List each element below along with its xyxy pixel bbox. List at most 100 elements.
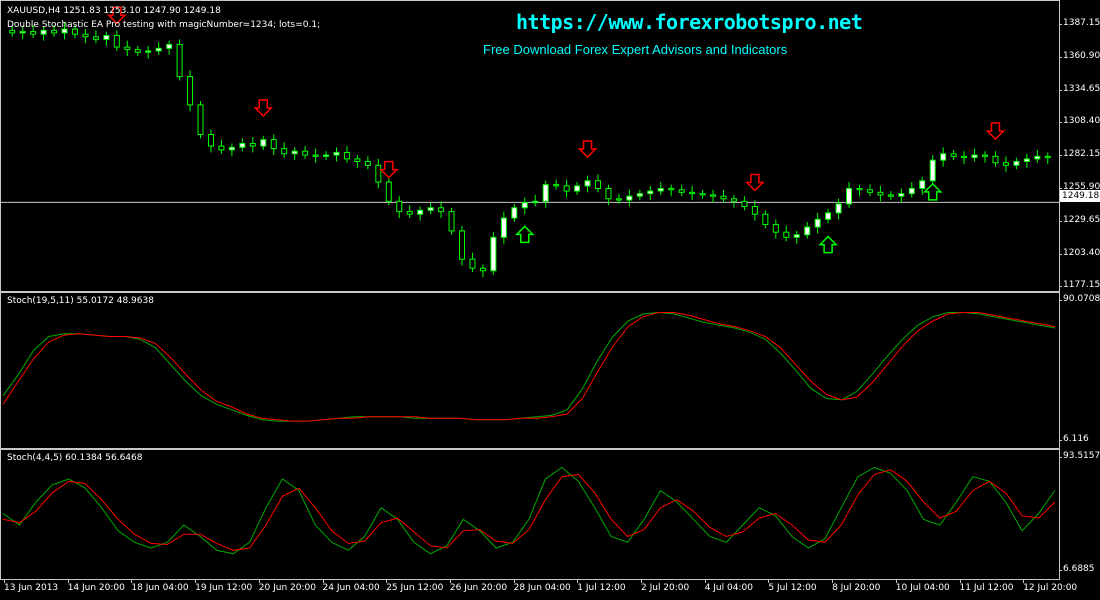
candle-body <box>919 180 926 189</box>
candle-body <box>636 193 643 197</box>
stoch2-pane[interactable]: Stoch(4,4,5) 60.1384 56.6468 <box>0 449 1060 580</box>
candle-body <box>710 194 717 197</box>
stoch1-max: 90.0708 <box>1058 294 1100 304</box>
candle-body <box>563 185 570 192</box>
candle-body <box>521 202 528 209</box>
candle-body <box>469 258 476 269</box>
stoch1-label: Stoch(19,5,11) 55.0172 48.9638 <box>7 296 154 306</box>
up-arrow-icon <box>818 235 838 254</box>
candle-body <box>459 230 466 260</box>
candle-body <box>51 29 58 34</box>
candle-body <box>40 29 47 35</box>
candle-body <box>1044 155 1051 159</box>
sell-arrow-shape <box>253 99 274 117</box>
candle-body <box>699 193 706 196</box>
time-tick: 11 Jul 12:00 <box>959 580 1014 593</box>
stoch-main-line <box>2 311 1056 422</box>
down-arrow-icon <box>985 122 1006 141</box>
price-tick: 1177.15 <box>1058 280 1100 291</box>
down-arrow-icon <box>253 99 274 117</box>
stoch2-canvas <box>2 466 1056 555</box>
price-tick: 1203.40 <box>1058 247 1100 258</box>
candle-body <box>448 211 455 232</box>
candle-body <box>30 31 37 35</box>
buy-arrow-shape <box>922 182 943 201</box>
time-tick: 1 Jul 12:00 <box>577 580 626 593</box>
candle-body <box>772 223 779 233</box>
candle-body <box>354 158 361 162</box>
candle-body <box>762 213 769 225</box>
price-axis: 1387.15 1360.90 1334.65 1308.40 1282.15 1255.… <box>1058 0 1100 292</box>
stoch2-label: Stoch(4,4,5) 60.1384 56.6468 <box>7 453 143 463</box>
candle-body <box>751 205 758 215</box>
candle-body <box>218 145 225 151</box>
candle-body <box>626 195 633 201</box>
candle-body <box>134 49 141 53</box>
stoch1-pane[interactable]: Stoch(19,5,11) 55.0172 48.9638 <box>0 292 1060 449</box>
time-tick: 14 Jun 20:00 <box>67 580 125 593</box>
price-tick: 1387.15 <box>1058 18 1100 28</box>
candle-body <box>187 76 194 106</box>
candle-body <box>155 47 162 52</box>
candle-body <box>992 155 999 164</box>
stoch2-axis: 93.5157 6.6885 <box>1058 449 1100 580</box>
time-tick: 8 Jul 20:00 <box>832 580 881 593</box>
price-chart-pane[interactable]: XAUUSD,H4 1251.83 1253.10 1247.90 1249.1… <box>0 0 1060 292</box>
candle-body <box>971 154 978 159</box>
time-tick: 28 Jun 04:00 <box>513 580 571 593</box>
candle-body <box>720 195 727 200</box>
candle-body <box>730 198 737 202</box>
buy-arrow-shape <box>818 235 838 254</box>
candle-body <box>929 159 936 182</box>
candle-body <box>940 153 947 161</box>
current-price-label: 1249.18 <box>1060 190 1100 202</box>
ea-comment: Double Stochastic EA Pro testing with ma… <box>7 20 321 30</box>
candle-body <box>846 187 853 205</box>
time-tick: 10 Jul 04:00 <box>895 580 950 593</box>
candle-body <box>333 151 340 156</box>
stoch1-min: 6.116 <box>1059 434 1089 444</box>
candle-body <box>961 155 968 159</box>
sell-arrow-shape <box>577 140 598 159</box>
price-tick: 1282.15 <box>1058 149 1100 160</box>
candle-body <box>124 46 131 51</box>
time-tick: 5 Jul 12:00 <box>768 580 817 593</box>
stoch1-canvas <box>2 311 1056 422</box>
candle-body <box>113 34 120 48</box>
time-tick: 19 Jun 12:00 <box>195 580 253 593</box>
candle-body <box>312 154 319 157</box>
candle-body <box>741 200 748 207</box>
candle-body <box>479 267 486 272</box>
candle-body <box>438 207 445 213</box>
buy-arrow-shape <box>514 225 535 244</box>
candle-body <box>532 200 539 204</box>
price-tick: 1360.90 <box>1058 50 1100 61</box>
time-tick: 25 Jun 12:00 <box>386 580 444 593</box>
candle-body <box>375 164 382 183</box>
candle-body <box>176 43 183 78</box>
candle-body <box>270 139 277 150</box>
candle-body <box>364 160 371 166</box>
sell-arrow-shape <box>378 160 399 179</box>
candle-body <box>417 209 424 215</box>
stoch-signal-line <box>2 312 1056 422</box>
candle-body <box>343 151 350 160</box>
candle-body <box>584 180 591 187</box>
price-tick: 1229.65 <box>1058 214 1100 225</box>
candle-body <box>260 139 267 147</box>
down-arrow-icon <box>378 160 399 179</box>
candle-body <box>9 29 16 34</box>
stoch-main-line <box>2 466 1056 555</box>
candle-body <box>406 211 413 215</box>
watermark-url: https://www.forexrobotspro.net <box>516 10 863 34</box>
candle-body <box>814 218 821 228</box>
candle-body <box>887 194 894 197</box>
candle-body <box>553 184 560 187</box>
candle-body <box>793 234 800 238</box>
stoch2-min: 6.6885 <box>1059 564 1095 574</box>
candle-body <box>657 187 664 192</box>
candle-body <box>511 207 518 219</box>
candle-body <box>804 226 811 236</box>
up-arrow-icon <box>922 182 943 201</box>
time-tick: 12 Jul 20:00 <box>1023 580 1078 593</box>
